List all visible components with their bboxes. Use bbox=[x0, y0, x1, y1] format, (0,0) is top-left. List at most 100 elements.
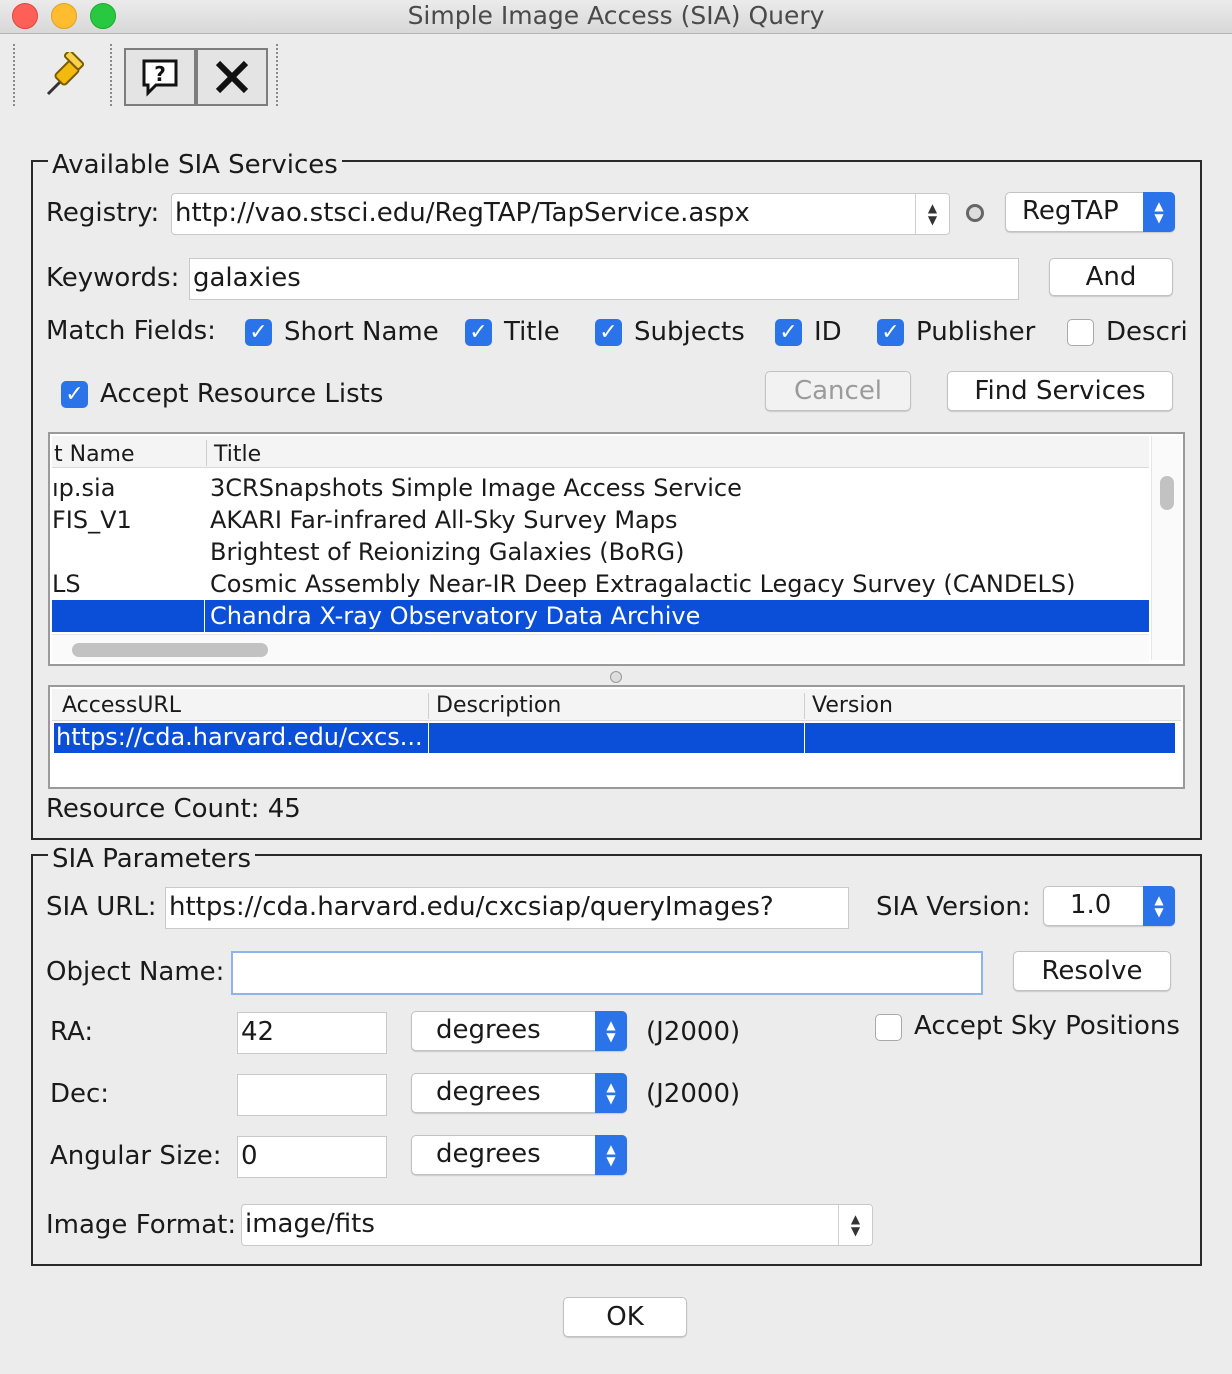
dec-label: Dec: bbox=[50, 1079, 110, 1109]
sia-version-select[interactable]: 1.0 ▲ ▼ bbox=[1043, 886, 1175, 926]
status-indicator-icon bbox=[966, 204, 984, 222]
table-header: t Name Title bbox=[52, 436, 1149, 468]
close-x-icon bbox=[215, 60, 249, 94]
image-format-value: image/fits bbox=[245, 1209, 375, 1239]
cell-title: Chandra X-ray Observatory Data Archive bbox=[210, 602, 701, 630]
split-pane-handle[interactable] bbox=[610, 671, 622, 683]
ra-epoch: (J2000) bbox=[646, 1017, 741, 1047]
window-title: Simple Image Access (SIA) Query bbox=[407, 1, 825, 30]
column-divider bbox=[804, 723, 805, 753]
table-row-selected[interactable]: Chandra X-ray Observatory Data Archive bbox=[52, 600, 1149, 632]
dec-epoch: (J2000) bbox=[646, 1079, 741, 1109]
column-divider bbox=[206, 440, 207, 466]
find-services-button[interactable]: Find Services bbox=[947, 371, 1173, 411]
scrollbar-thumb[interactable] bbox=[1160, 476, 1174, 510]
resolve-button[interactable]: Resolve bbox=[1013, 951, 1171, 991]
horizontal-scrollbar[interactable] bbox=[52, 634, 1149, 662]
accept-resource-lists-checkbox[interactable]: ✓ bbox=[61, 381, 88, 408]
cell-title: AKARI Far-infrared All-Sky Survey Maps bbox=[210, 506, 678, 534]
ra-units-select[interactable]: degrees ▲ ▼ bbox=[411, 1011, 627, 1051]
dec-units-select[interactable]: degrees ▲ ▼ bbox=[411, 1073, 627, 1113]
column-divider bbox=[204, 600, 205, 632]
and-or-button[interactable]: And bbox=[1049, 258, 1173, 296]
registry-protocol-value: RegTAP bbox=[1022, 196, 1119, 226]
short-name-label: Short Name bbox=[284, 317, 439, 347]
keywords-label: Keywords: bbox=[46, 263, 180, 293]
table-row[interactable]: LS Cosmic Assembly Near-IR Deep Extragal… bbox=[52, 568, 1149, 600]
image-format-label: Image Format: bbox=[46, 1210, 237, 1240]
resource-count: Resource Count: 45 bbox=[46, 794, 301, 824]
ra-label: RA: bbox=[50, 1017, 94, 1047]
table-row[interactable]: FIS_V1 AKARI Far-infrared All-Sky Survey… bbox=[52, 504, 1149, 536]
chevron-updown-icon: ▲ ▼ bbox=[1143, 192, 1175, 232]
column-header-short-name[interactable]: t Name bbox=[54, 442, 135, 467]
registry-protocol-select[interactable]: RegTAP ▲ ▼ bbox=[1005, 192, 1175, 232]
close-button[interactable] bbox=[196, 48, 268, 106]
vertical-scrollbar[interactable] bbox=[1151, 436, 1181, 660]
chevron-updown-icon: ▲ ▼ bbox=[595, 1135, 627, 1175]
cell-title: Brightest of Reionizing Galaxies (BoRG) bbox=[210, 538, 685, 566]
table-row[interactable]: ıp.sia 3CRSnapshots Simple Image Access … bbox=[52, 472, 1149, 504]
angular-size-units-value: degrees bbox=[436, 1139, 541, 1169]
cell-short-name: FIS_V1 bbox=[52, 506, 132, 534]
title-label: Title bbox=[504, 317, 560, 347]
angular-size-label: Angular Size: bbox=[50, 1141, 222, 1171]
object-name-input[interactable] bbox=[231, 951, 983, 995]
title-bar: Simple Image Access (SIA) Query bbox=[0, 0, 1232, 34]
subjects-checkbox[interactable]: ✓ bbox=[595, 319, 622, 346]
help-button[interactable]: ? bbox=[124, 48, 196, 106]
ok-button[interactable]: OK bbox=[563, 1297, 687, 1337]
table-row[interactable]: Brightest of Reionizing Galaxies (BoRG) bbox=[52, 536, 1149, 568]
column-divider bbox=[428, 723, 429, 753]
ra-units-value: degrees bbox=[436, 1015, 541, 1045]
title-checkbox[interactable]: ✓ bbox=[465, 319, 492, 346]
chevron-updown-icon: ▲ ▼ bbox=[915, 194, 949, 234]
toolbar-separator bbox=[110, 44, 112, 106]
sia-url-input[interactable]: https://cda.harvard.edu/cxcsiap/queryIma… bbox=[165, 887, 849, 929]
column-divider bbox=[804, 693, 805, 719]
id-label: ID bbox=[814, 317, 842, 347]
registry-combo[interactable]: http://vao.stsci.edu/RegTAP/TapService.a… bbox=[171, 193, 950, 235]
scrollbar-thumb[interactable] bbox=[72, 643, 268, 657]
keywords-input[interactable]: galaxies bbox=[189, 258, 1019, 300]
table-row-selected[interactable]: https://cda.harvard.edu/cxcs... bbox=[54, 723, 1175, 753]
angular-size-input[interactable]: 0 bbox=[237, 1136, 387, 1178]
registry-url: http://vao.stsci.edu/RegTAP/TapService.a… bbox=[175, 198, 750, 228]
chevron-updown-icon: ▲ ▼ bbox=[595, 1011, 627, 1051]
column-header-title[interactable]: Title bbox=[214, 442, 261, 467]
table-header: AccessURL Description Version bbox=[52, 689, 1181, 721]
chevron-updown-icon: ▲ ▼ bbox=[595, 1073, 627, 1113]
column-header-accessurl[interactable]: AccessURL bbox=[62, 693, 181, 718]
dec-input[interactable] bbox=[237, 1074, 387, 1116]
services-table: t Name Title ıp.sia 3CRSnapshots Simple … bbox=[48, 432, 1185, 666]
cell-accessurl: https://cda.harvard.edu/cxcs... bbox=[56, 723, 423, 751]
angular-size-units-select[interactable]: degrees ▲ ▼ bbox=[411, 1135, 627, 1175]
help-icon: ? bbox=[142, 59, 178, 97]
available-services-legend: Available SIA Services bbox=[48, 150, 342, 180]
column-header-description[interactable]: Description bbox=[436, 693, 561, 718]
short-name-checkbox[interactable]: ✓ bbox=[245, 319, 272, 346]
column-header-version[interactable]: Version bbox=[812, 693, 893, 718]
match-fields-label: Match Fields: bbox=[46, 316, 216, 346]
cell-title: 3CRSnapshots Simple Image Access Service bbox=[210, 474, 742, 502]
id-checkbox[interactable]: ✓ bbox=[775, 319, 802, 346]
dec-units-value: degrees bbox=[436, 1077, 541, 1107]
ra-input[interactable]: 42 bbox=[237, 1012, 387, 1054]
cancel-button[interactable]: Cancel bbox=[765, 371, 911, 411]
access-url-table: AccessURL Description Version https://cd… bbox=[48, 685, 1185, 789]
toolbar-separator bbox=[276, 44, 278, 106]
chevron-updown-icon: ▲ ▼ bbox=[1143, 886, 1175, 926]
description-label: Descri bbox=[1106, 317, 1188, 347]
description-checkbox[interactable] bbox=[1067, 319, 1094, 346]
sia-parameters-legend: SIA Parameters bbox=[48, 844, 256, 874]
subjects-label: Subjects bbox=[634, 317, 745, 347]
toolbar-separator bbox=[13, 44, 15, 106]
cell-short-name: LS bbox=[52, 570, 81, 598]
cell-short-name: ıp.sia bbox=[52, 474, 116, 502]
image-format-combo[interactable]: image/fits ▲ ▼ bbox=[241, 1204, 873, 1246]
pushpin-icon[interactable] bbox=[40, 49, 90, 102]
publisher-checkbox[interactable]: ✓ bbox=[877, 319, 904, 346]
accept-sky-positions-checkbox[interactable] bbox=[875, 1014, 902, 1041]
object-name-label: Object Name: bbox=[46, 957, 225, 987]
registry-label: Registry: bbox=[46, 198, 160, 228]
